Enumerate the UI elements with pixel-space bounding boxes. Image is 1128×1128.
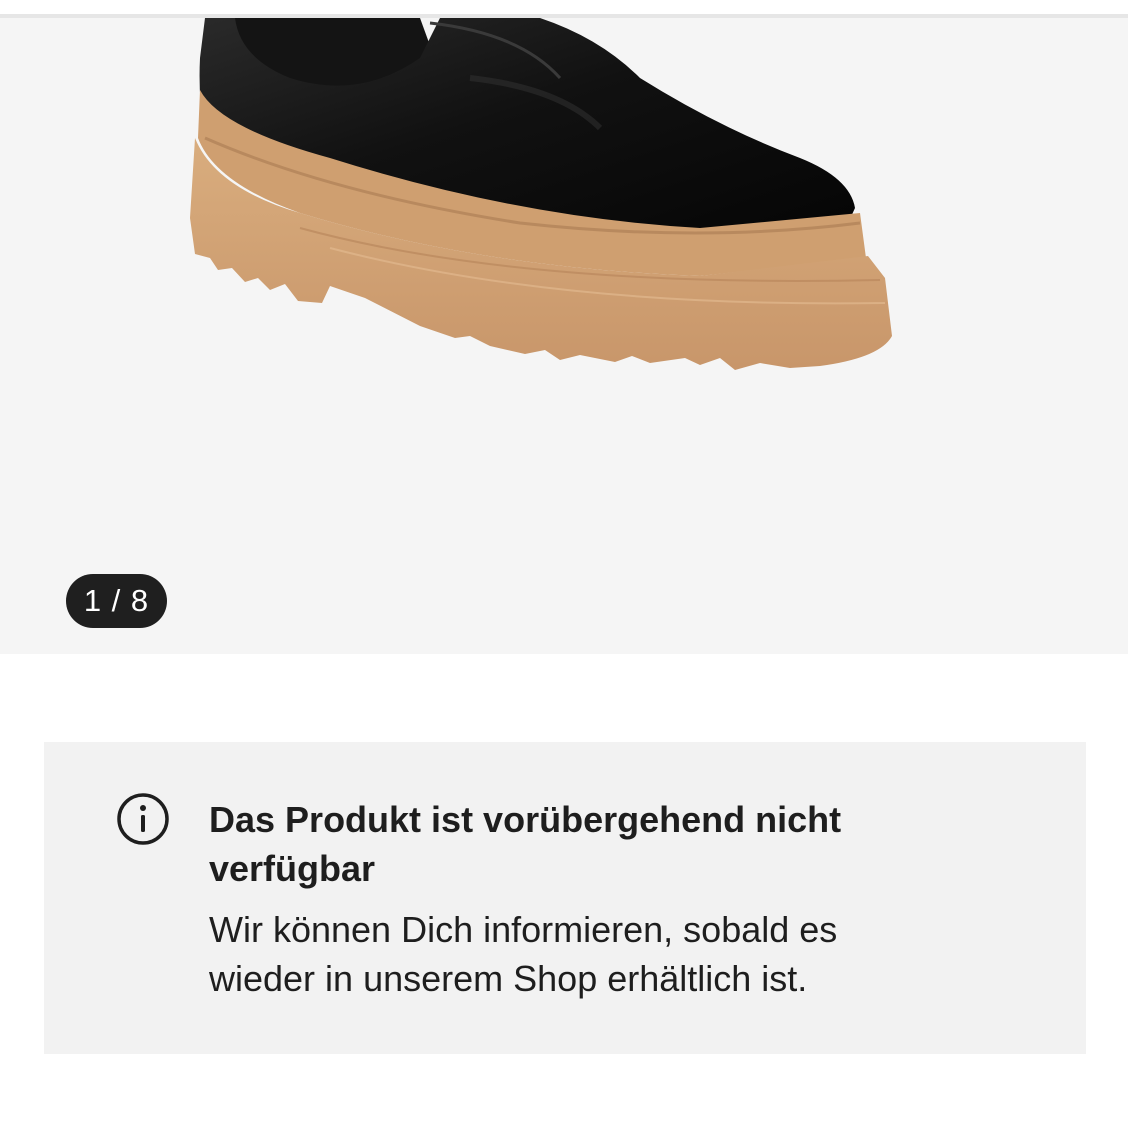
notice-body: Wir können Dich informieren, sobald es w… — [209, 909, 838, 999]
info-icon — [117, 793, 169, 845]
image-counter-badge: 1 / 8 — [66, 574, 167, 628]
availability-notice — [44, 742, 1086, 1054]
product-image-gallery[interactable]: 1 / 8 — [0, 18, 1128, 654]
product-image — [190, 18, 892, 370]
notice-title: Das Produkt ist vorübergehend nicht verf… — [209, 799, 842, 889]
